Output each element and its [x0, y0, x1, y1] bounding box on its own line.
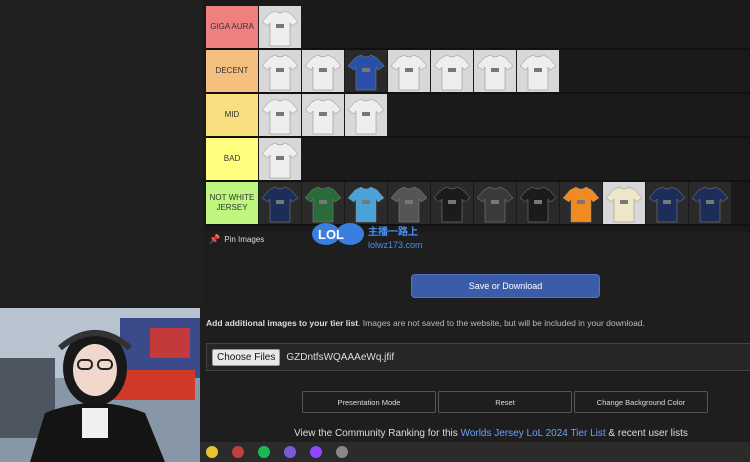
jersey-image[interactable]: [388, 50, 430, 92]
presentation-mode-button[interactable]: Presentation Mode: [302, 391, 436, 413]
community-link[interactable]: Worlds Jersey LoL 2024 Tier List: [461, 428, 606, 439]
pin-images-option[interactable]: 📌 Pin Images: [209, 234, 264, 245]
jersey-image[interactable]: [345, 94, 387, 136]
file-name: GZDntfsWQAAAeWq.jfif: [286, 351, 395, 363]
jersey-image[interactable]: [431, 50, 473, 92]
tier-label[interactable]: NOT WHITE JERSEY: [206, 182, 258, 224]
jersey-image[interactable]: [603, 182, 645, 224]
tier-label[interactable]: DECENT: [206, 50, 258, 92]
pin-label: Pin Images: [224, 235, 265, 244]
chrome-icon[interactable]: [206, 446, 218, 458]
jersey-image[interactable]: [517, 182, 559, 224]
discord-icon[interactable]: [284, 446, 296, 458]
choose-files-button[interactable]: Choose Files: [212, 348, 281, 366]
left-background: [0, 0, 203, 308]
jersey-image[interactable]: [302, 94, 344, 136]
tier-items: [259, 94, 388, 136]
pin-icon: 📌: [209, 234, 221, 244]
save-download-button[interactable]: Save or Download: [411, 274, 600, 298]
tier-label[interactable]: MID: [206, 94, 258, 136]
jersey-image[interactable]: [689, 182, 731, 224]
tier-row: MID: [206, 94, 750, 138]
jersey-image[interactable]: [259, 138, 301, 180]
tier-row: BAD: [206, 138, 750, 182]
tier-row: NOT WHITE JERSEY: [206, 182, 750, 226]
watermark: LOL 主播一路上 lolwz173.com: [310, 218, 440, 254]
jersey-image[interactable]: [259, 94, 301, 136]
tier-items: [259, 138, 302, 180]
jersey-image[interactable]: [560, 182, 602, 224]
tier-label[interactable]: GIGA AURA: [206, 6, 258, 48]
tier-items: [259, 50, 560, 92]
add-images-heading: Add additional images to your tier list: [206, 318, 359, 328]
watermark-site: lolwz173.com: [368, 240, 423, 250]
tier-label[interactable]: BAD: [206, 138, 258, 180]
jersey-image[interactable]: [259, 182, 301, 224]
community-suffix: & recent user lists: [608, 428, 688, 439]
jersey-image[interactable]: [259, 6, 301, 48]
change-background-button[interactable]: Change Background Color: [574, 391, 708, 413]
jersey-image[interactable]: [474, 50, 516, 92]
tier-row: DECENT: [206, 50, 750, 94]
jersey-image[interactable]: [646, 182, 688, 224]
webcam-feed: [0, 308, 200, 462]
tier-row: GIGA AURA: [206, 6, 750, 50]
add-images-note: . Images are not saved to the website, b…: [358, 318, 645, 328]
add-images-text: Add additional images to your tier list.…: [206, 318, 645, 328]
jersey-image[interactable]: [345, 50, 387, 92]
tier-items: [259, 6, 302, 48]
jersey-image[interactable]: [517, 50, 559, 92]
reset-button[interactable]: Reset: [438, 391, 572, 413]
jersey-image[interactable]: [259, 50, 301, 92]
community-ranking-text: View the Community Ranking for this Worl…: [294, 428, 688, 439]
file-input[interactable]: Choose Files GZDntfsWQAAAeWq.jfif: [206, 343, 750, 371]
watermark-logo: LOL: [318, 227, 344, 242]
watermark-cn: 主播一路上: [368, 225, 418, 238]
jersey-image[interactable]: [474, 182, 516, 224]
app-icon[interactable]: [232, 446, 244, 458]
taskbar: [200, 442, 750, 462]
jersey-image[interactable]: [302, 50, 344, 92]
obs-icon[interactable]: [310, 446, 322, 458]
community-prefix: View the Community Ranking for this: [294, 428, 458, 439]
spotify-icon[interactable]: [258, 446, 270, 458]
browser-icon[interactable]: [336, 446, 348, 458]
